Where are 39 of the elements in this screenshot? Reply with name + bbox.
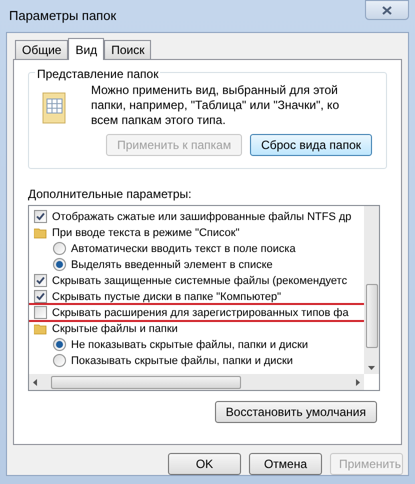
folder-icon bbox=[34, 226, 47, 238]
dialog-button[interactable]: Восстановить умолчания bbox=[214, 401, 377, 423]
scroll-left-icon[interactable] bbox=[33, 378, 37, 386]
close-icon bbox=[382, 6, 392, 14]
option-label: Скрывать защищенные системные файлы (рекомендуетс bbox=[52, 274, 348, 288]
description: Можно применить вид, выбранный для этой папки, например, "Таблица" или "Значки", ко всем папкам этого типа. bbox=[91, 83, 340, 128]
checkbox[interactable] bbox=[34, 210, 47, 223]
dialog-button[interactable]: OK bbox=[168, 453, 241, 475]
folder-icon bbox=[34, 322, 47, 334]
section-label: Дополнительные параметры: bbox=[28, 186, 192, 203]
radio-button[interactable] bbox=[53, 338, 66, 351]
vertical-scrollbar[interactable] bbox=[364, 206, 379, 374]
window-title: Параметры папок bbox=[9, 7, 116, 26]
horizontal-scrollbar[interactable] bbox=[29, 374, 364, 390]
checkbox[interactable] bbox=[34, 290, 47, 303]
option-label: При вводе текста в режиме "Список" bbox=[52, 226, 240, 240]
option-label: Отображать сжатые или зашифрованные файлы NTFS др bbox=[52, 210, 352, 224]
option-label: Выделять введенный элемент в списке bbox=[71, 258, 273, 272]
option-label: Скрывать расширения для зарегистрированных типов фа bbox=[52, 306, 349, 320]
checkbox[interactable] bbox=[34, 274, 47, 287]
tab[interactable]: Поиск bbox=[104, 40, 152, 59]
scrollbar-thumb[interactable] bbox=[51, 376, 241, 388]
option-label: Автоматически вводить текст в поле поиска bbox=[71, 242, 296, 256]
option-label: Скрытые файлы и папки bbox=[52, 322, 178, 336]
option-label: Показывать скрытые файлы, папки и диски bbox=[71, 354, 293, 368]
close-button[interactable] bbox=[365, 0, 409, 20]
radio-button[interactable] bbox=[53, 354, 66, 367]
dialog-button[interactable]: Сброс вида папок bbox=[250, 134, 372, 156]
scrollbar-thumb[interactable] bbox=[366, 284, 378, 348]
scroll-down-icon[interactable] bbox=[368, 366, 375, 370]
option-label: Скрывать пустые диски в папке "Компьютер" bbox=[52, 290, 282, 304]
tab[interactable]: Вид bbox=[68, 38, 104, 60]
tab[interactable]: Общие bbox=[15, 40, 68, 59]
option-label: Не показывать скрытые файлы, папки и диски bbox=[71, 338, 308, 352]
radio-button[interactable] bbox=[53, 242, 66, 255]
dialog-button[interactable]: Отмена bbox=[249, 453, 322, 475]
scroll-right-icon[interactable] bbox=[356, 378, 360, 386]
radio-button[interactable] bbox=[53, 258, 66, 271]
checkbox[interactable] bbox=[34, 306, 47, 319]
